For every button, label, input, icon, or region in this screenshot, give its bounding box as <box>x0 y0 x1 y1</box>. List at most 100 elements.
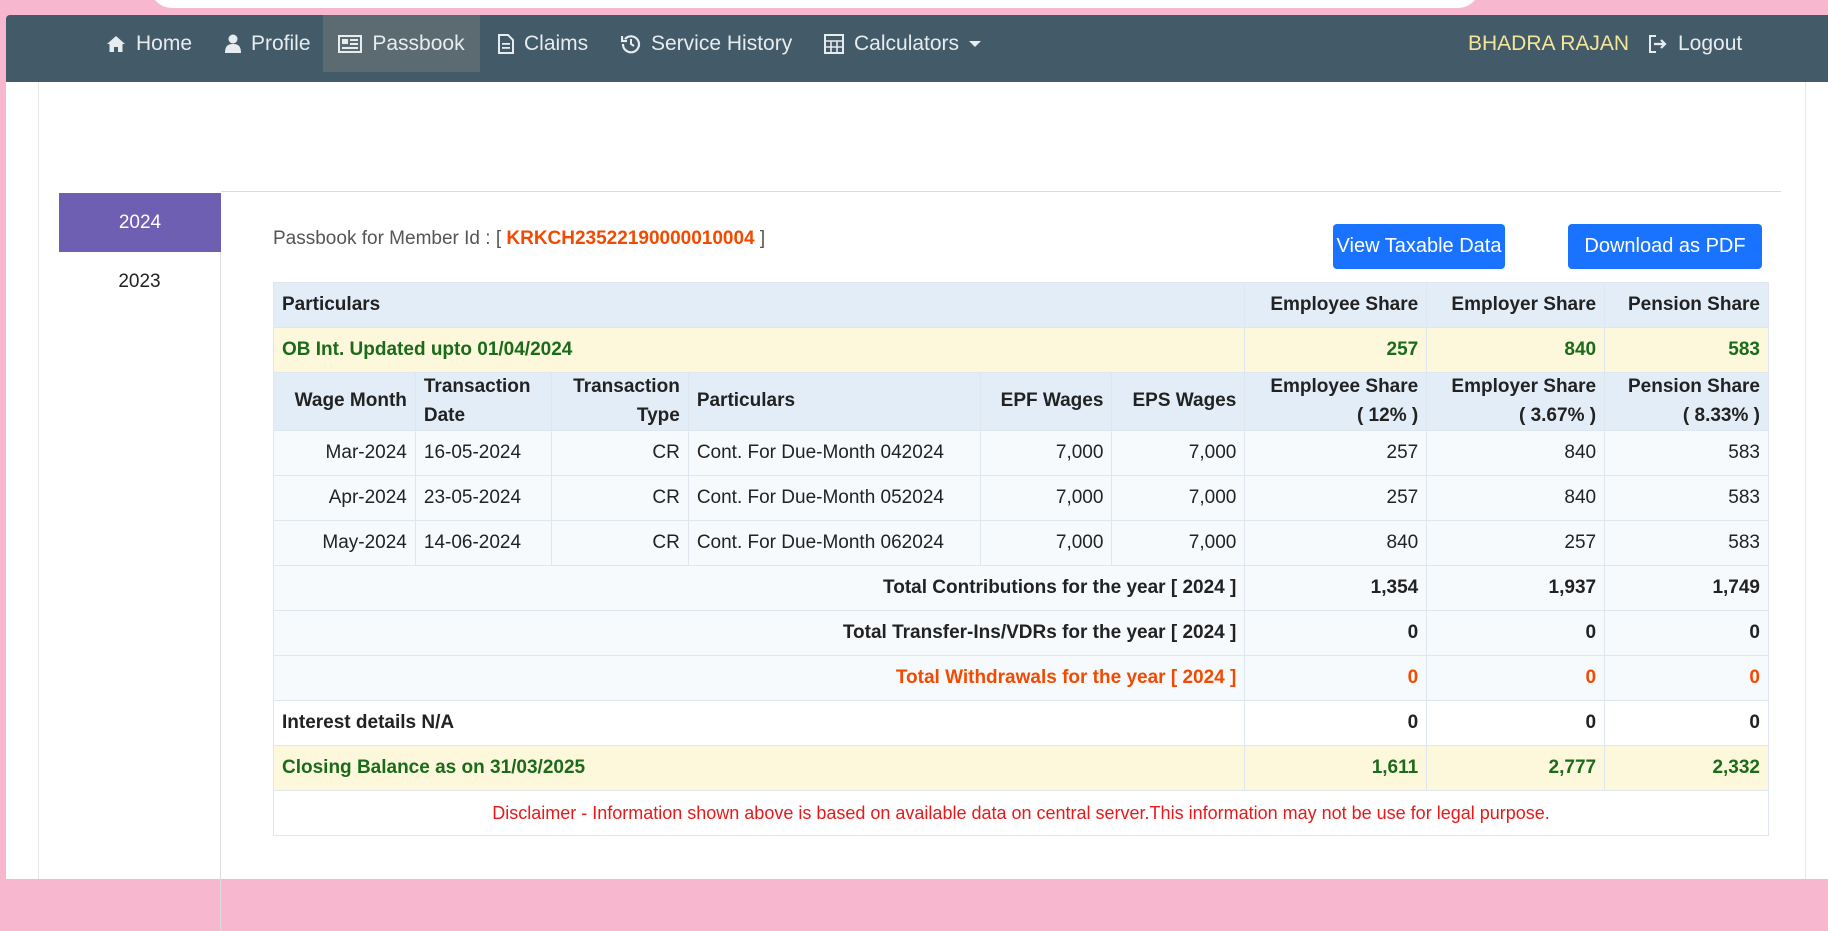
page: 2024 2023 Passbook for Member Id : [ KRK… <box>6 82 1828 931</box>
col-pension-share: Pension Share ( 8.33% ) <box>1604 372 1769 431</box>
calculator-icon <box>824 33 844 54</box>
user-icon <box>225 34 241 53</box>
interest-row: Interest details N/A 0 0 0 <box>272 700 1769 746</box>
passbook-member-line: Passbook for Member Id : [ KRKCH23522190… <box>273 228 765 250</box>
cell-epf: 7,000 <box>979 430 1113 476</box>
member-id: KRKCH23522190000010004 <box>506 228 755 249</box>
tab-year-2023[interactable]: 2023 <box>59 252 221 311</box>
cell-date: 14-06-2024 <box>414 520 552 566</box>
member-id-suffix: ] <box>759 228 766 249</box>
cell-particulars: Cont. For Due-Month 052024 <box>687 475 981 521</box>
ob-employee: 257 <box>1244 327 1428 373</box>
history-icon <box>621 34 641 54</box>
nav-home[interactable]: Home <box>106 15 192 72</box>
closing-pension: 2,332 <box>1604 745 1769 791</box>
interest-pension: 0 <box>1604 700 1769 746</box>
home-icon <box>106 35 126 53</box>
cell-employer: 840 <box>1426 430 1606 476</box>
total-transfer-ins-employee: 0 <box>1244 610 1428 656</box>
total-contributions-pension: 1,749 <box>1604 565 1769 611</box>
total-withdrawals-employer: 0 <box>1426 655 1606 701</box>
col-transaction-date: Transaction Date <box>414 372 552 431</box>
nav-calculators[interactable]: Calculators <box>824 15 982 72</box>
table-row: Mar-2024 16-05-2024 CR Cont. For Due-Mon… <box>273 430 1769 476</box>
cell-date: 16-05-2024 <box>414 430 552 476</box>
cell-type: CR <box>550 430 689 476</box>
total-withdrawals-pension: 0 <box>1604 655 1769 701</box>
nav-user[interactable]: BHADRA RAJAN <box>1468 15 1629 72</box>
divider <box>221 191 1781 192</box>
header-pension-share: Pension Share <box>1604 282 1769 328</box>
passbook-table: Particulars Employee Share Employer Shar… <box>272 282 1769 836</box>
navbar: Home Profile Passbook Claims Service His… <box>6 15 1828 82</box>
download-pdf-button[interactable]: Download as PDF <box>1568 224 1762 269</box>
total-withdrawals-employee: 0 <box>1244 655 1428 701</box>
total-transfer-ins-row: Total Transfer-Ins/VDRs for the year [ 2… <box>272 610 1769 656</box>
header-employer-share: Employer Share <box>1426 282 1606 328</box>
col-epf-wages: EPF Wages <box>979 372 1113 431</box>
cell-eps: 7,000 <box>1111 520 1246 566</box>
table-row: Apr-2024 23-05-2024 CR Cont. For Due-Mon… <box>273 475 1769 521</box>
total-transfer-ins-employer: 0 <box>1426 610 1606 656</box>
header-particulars: Particulars <box>272 282 1246 328</box>
closing-employer: 2,777 <box>1426 745 1606 791</box>
cell-pension: 583 <box>1604 475 1769 521</box>
disclaimer: Disclaimer - Information shown above is … <box>273 790 1769 836</box>
top-strip <box>150 0 1480 8</box>
nav-profile-label: Profile <box>251 31 311 55</box>
col-pension-pct: ( 8.33% ) <box>1682 404 1760 426</box>
col-employer-share-label: Employer Share <box>1451 376 1597 397</box>
total-contributions-row: Total Contributions for the year [ 2024 … <box>272 565 1769 611</box>
cell-wage-month: Apr-2024 <box>273 475 416 521</box>
cell-pension: 583 <box>1604 520 1769 566</box>
col-employee-pct: ( 12% ) <box>1356 404 1419 426</box>
ob-pension: 583 <box>1604 327 1769 373</box>
nav-home-label: Home <box>136 31 193 55</box>
cell-employer: 840 <box>1426 475 1606 521</box>
cell-wage-month: Mar-2024 <box>273 430 416 476</box>
cell-employee: 257 <box>1244 475 1428 521</box>
nav-calculators-label: Calculators <box>854 31 960 55</box>
total-contributions-employer: 1,937 <box>1426 565 1606 611</box>
col-employer-share: Employer Share ( 3.67% ) <box>1426 372 1606 431</box>
cell-type: CR <box>550 520 689 566</box>
cell-employer: 257 <box>1426 520 1606 566</box>
cell-employee: 257 <box>1244 430 1428 476</box>
closing-balance-row: Closing Balance as on 31/03/2025 1,611 2… <box>272 745 1769 791</box>
total-contributions-label: Total Contributions for the year [ 2024 … <box>272 565 1246 611</box>
view-taxable-data-button[interactable]: View Taxable Data <box>1333 224 1505 269</box>
table-row: May-2024 14-06-2024 CR Cont. For Due-Mon… <box>273 520 1769 566</box>
interest-label: Interest details N/A <box>272 700 1246 746</box>
nav-logout[interactable]: Logout <box>1648 15 1742 72</box>
logout-icon <box>1648 34 1668 53</box>
cell-eps: 7,000 <box>1111 475 1246 521</box>
cell-wage-month: May-2024 <box>273 520 416 566</box>
total-contributions-employee: 1,354 <box>1244 565 1428 611</box>
total-withdrawals-row: Total Withdrawals for the year [ 2024 ] … <box>272 655 1769 701</box>
col-employee-share-label: Employee Share <box>1270 376 1419 397</box>
cell-particulars: Cont. For Due-Month 042024 <box>687 430 981 476</box>
table-header-row: Particulars Employee Share Employer Shar… <box>272 282 1769 328</box>
closing-employee: 1,611 <box>1244 745 1428 791</box>
file-text-icon <box>498 33 514 54</box>
nav-service-history-label: Service History <box>651 31 793 55</box>
year-tabs: 2024 2023 <box>59 193 221 931</box>
ob-employer: 840 <box>1426 327 1606 373</box>
col-pension-share-label: Pension Share <box>1628 376 1760 397</box>
ob-row: OB Int. Updated upto 01/04/2024 257 840 … <box>272 327 1769 373</box>
col-employee-share: Employee Share ( 12% ) <box>1244 372 1428 431</box>
nav-passbook[interactable]: Passbook <box>323 15 480 72</box>
nav-profile[interactable]: Profile <box>225 15 311 72</box>
cell-epf: 7,000 <box>979 520 1113 566</box>
nav-claims-label: Claims <box>524 31 589 55</box>
nav-service-history[interactable]: Service History <box>621 15 792 72</box>
tab-year-2024[interactable]: 2024 <box>59 193 221 252</box>
col-particulars: Particulars <box>687 372 981 431</box>
total-withdrawals-label: Total Withdrawals for the year [ 2024 ] <box>272 655 1246 701</box>
cell-employee: 840 <box>1244 520 1428 566</box>
col-eps-wages: EPS Wages <box>1111 372 1246 431</box>
nav-claims[interactable]: Claims <box>498 15 588 72</box>
col-employer-pct: ( 3.67% ) <box>1518 404 1597 426</box>
newspaper-icon <box>338 34 363 53</box>
col-transaction-type: Transaction Type <box>550 372 689 431</box>
